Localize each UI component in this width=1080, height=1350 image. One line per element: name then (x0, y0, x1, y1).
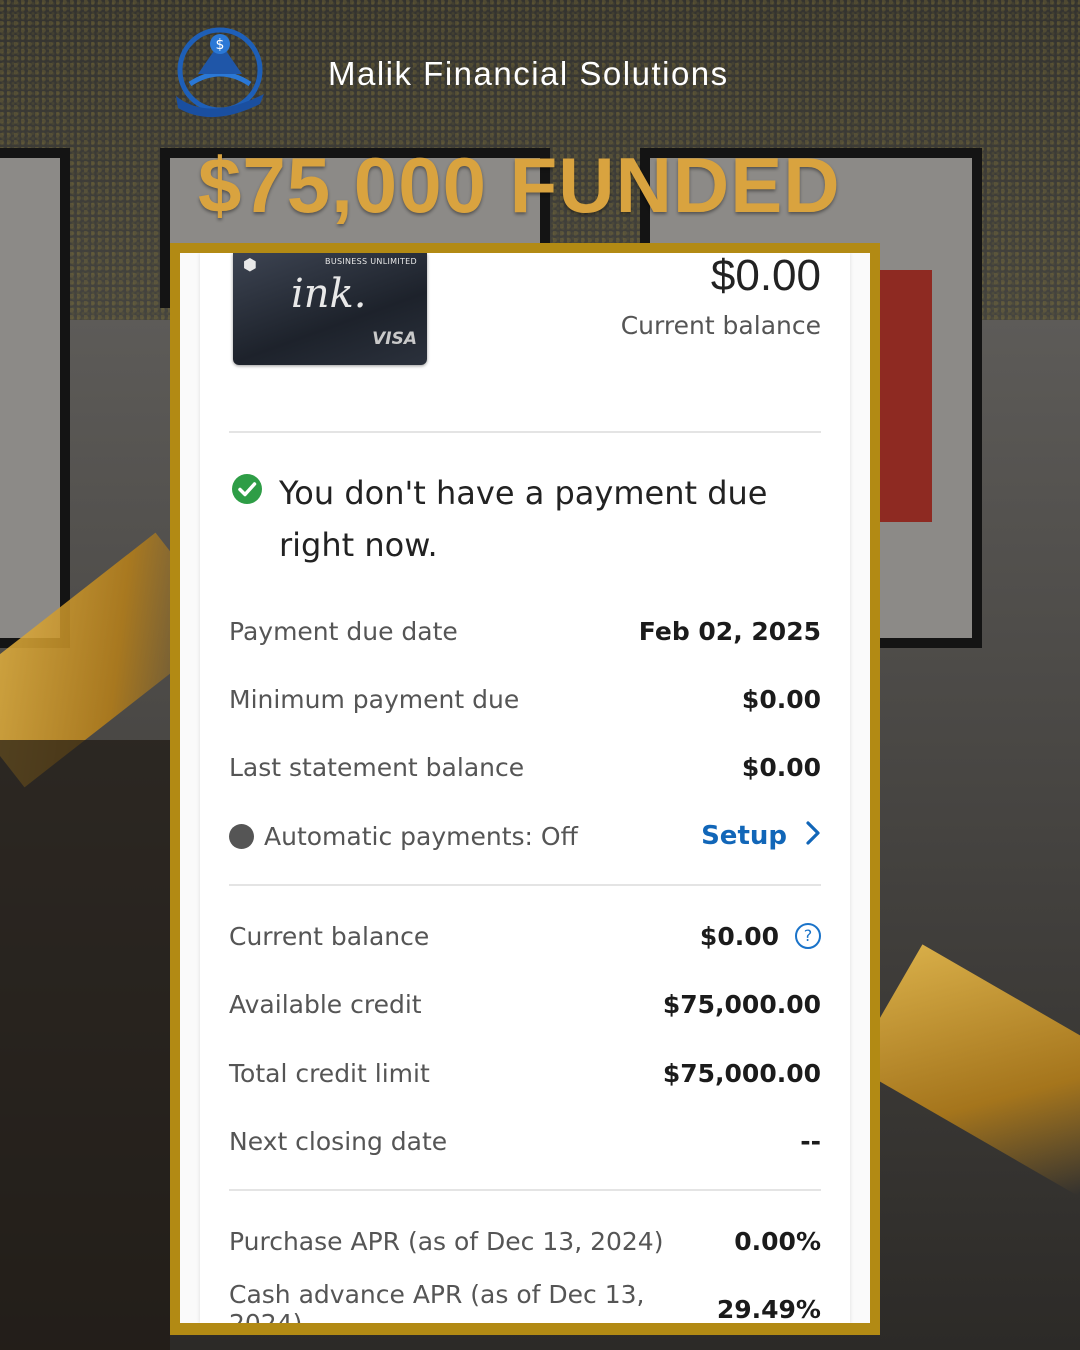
last-statement-value: $0.00 (741, 752, 821, 782)
last-statement-row: Last statement balance $0.00 (229, 747, 821, 787)
account-screenshot: ⬢ BUSINESS UNLIMITED ink. VISA $0.00 Cur… (180, 253, 870, 1323)
dark-foreground-shape (0, 740, 170, 1350)
payment-due-date-label: Payment due date (229, 616, 458, 646)
payment-notice-text: You don't have a payment due right now. (279, 474, 768, 564)
available-credit-label: Available credit (229, 989, 422, 1019)
available-credit-value: $75,000.00 (662, 989, 821, 1019)
divider (229, 884, 821, 886)
cash-advance-apr-label: Cash advance APR (as of Dec 13, 2024) (229, 1280, 645, 1323)
card-wordmark: ink. (291, 271, 367, 317)
status-dot-icon (229, 823, 254, 849)
visa-logo: VISA (372, 329, 417, 349)
setup-link-label: Setup (701, 821, 787, 851)
autopay-row: Automatic payments: Off Setup (229, 816, 821, 856)
hand-holding-dollar-logo-icon: $ (168, 24, 272, 124)
current-balance-row-value: $0.00 (699, 921, 779, 951)
minimum-payment-value: $0.00 (741, 684, 821, 714)
closing-date-row: Next closing date -- (229, 1121, 821, 1161)
red-poster (880, 270, 932, 522)
credit-limit-row: Total credit limit $75,000.00 (229, 1053, 821, 1093)
card-product-name: BUSINESS UNLIMITED (325, 257, 417, 266)
cash-advance-apr-value: 29.49% (716, 1294, 821, 1324)
picture-frame-left (0, 148, 70, 648)
current-balance-label: Current balance (620, 311, 821, 340)
brand-name: Malik Financial Solutions (328, 55, 729, 92)
autopay-label: Automatic payments: Off (264, 821, 578, 851)
check-circle-icon (232, 474, 262, 504)
credit-limit-value: $75,000.00 (662, 1058, 821, 1088)
divider (229, 431, 821, 433)
purchase-apr-row: Purchase APR (as of Dec 13, 2024) 0.00% (229, 1221, 821, 1261)
chase-logo-icon: ⬢ (243, 255, 257, 274)
closing-date-value: -- (800, 1126, 821, 1156)
purchase-apr-value: 0.00% (734, 1226, 821, 1256)
svg-text:$: $ (216, 37, 225, 53)
cash-advance-apr-row: Cash advance APR (as of Dec 13, 2024) 29… (229, 1280, 821, 1324)
current-balance-amount: $0.00 (710, 253, 821, 300)
minimum-payment-label: Minimum payment due (229, 684, 520, 714)
current-balance-row: Current balance $0.00 ? (229, 916, 821, 956)
account-card-panel: ⬢ BUSINESS UNLIMITED ink. VISA $0.00 Cur… (200, 253, 850, 1323)
payment-due-date-row: Payment due date Feb 02, 2025 (229, 611, 821, 651)
divider (229, 1189, 821, 1191)
help-icon[interactable]: ? (795, 923, 821, 949)
last-statement-label: Last statement balance (229, 752, 525, 782)
available-credit-row: Available credit $75,000.00 (229, 984, 821, 1024)
autopay-status: Automatic payments: Off (229, 822, 578, 851)
purchase-apr-label: Purchase APR (as of Dec 13, 2024) (229, 1226, 664, 1256)
payment-due-date-value: Feb 02, 2025 (638, 616, 821, 646)
current-balance-row-value-group: $0.00 ? (700, 922, 821, 951)
closing-date-label: Next closing date (229, 1126, 448, 1156)
brand-header: $ Malik Financial Solutions (168, 24, 888, 124)
minimum-payment-row: Minimum payment due $0.00 (229, 679, 821, 719)
credit-card-image: ⬢ BUSINESS UNLIMITED ink. VISA (233, 253, 427, 365)
funded-headline: $75,000 FUNDED (198, 141, 841, 229)
chevron-right-icon (805, 820, 821, 853)
current-balance-row-label: Current balance (229, 921, 430, 951)
credit-limit-label: Total credit limit (229, 1058, 430, 1088)
autopay-setup-link[interactable]: Setup (701, 820, 821, 853)
